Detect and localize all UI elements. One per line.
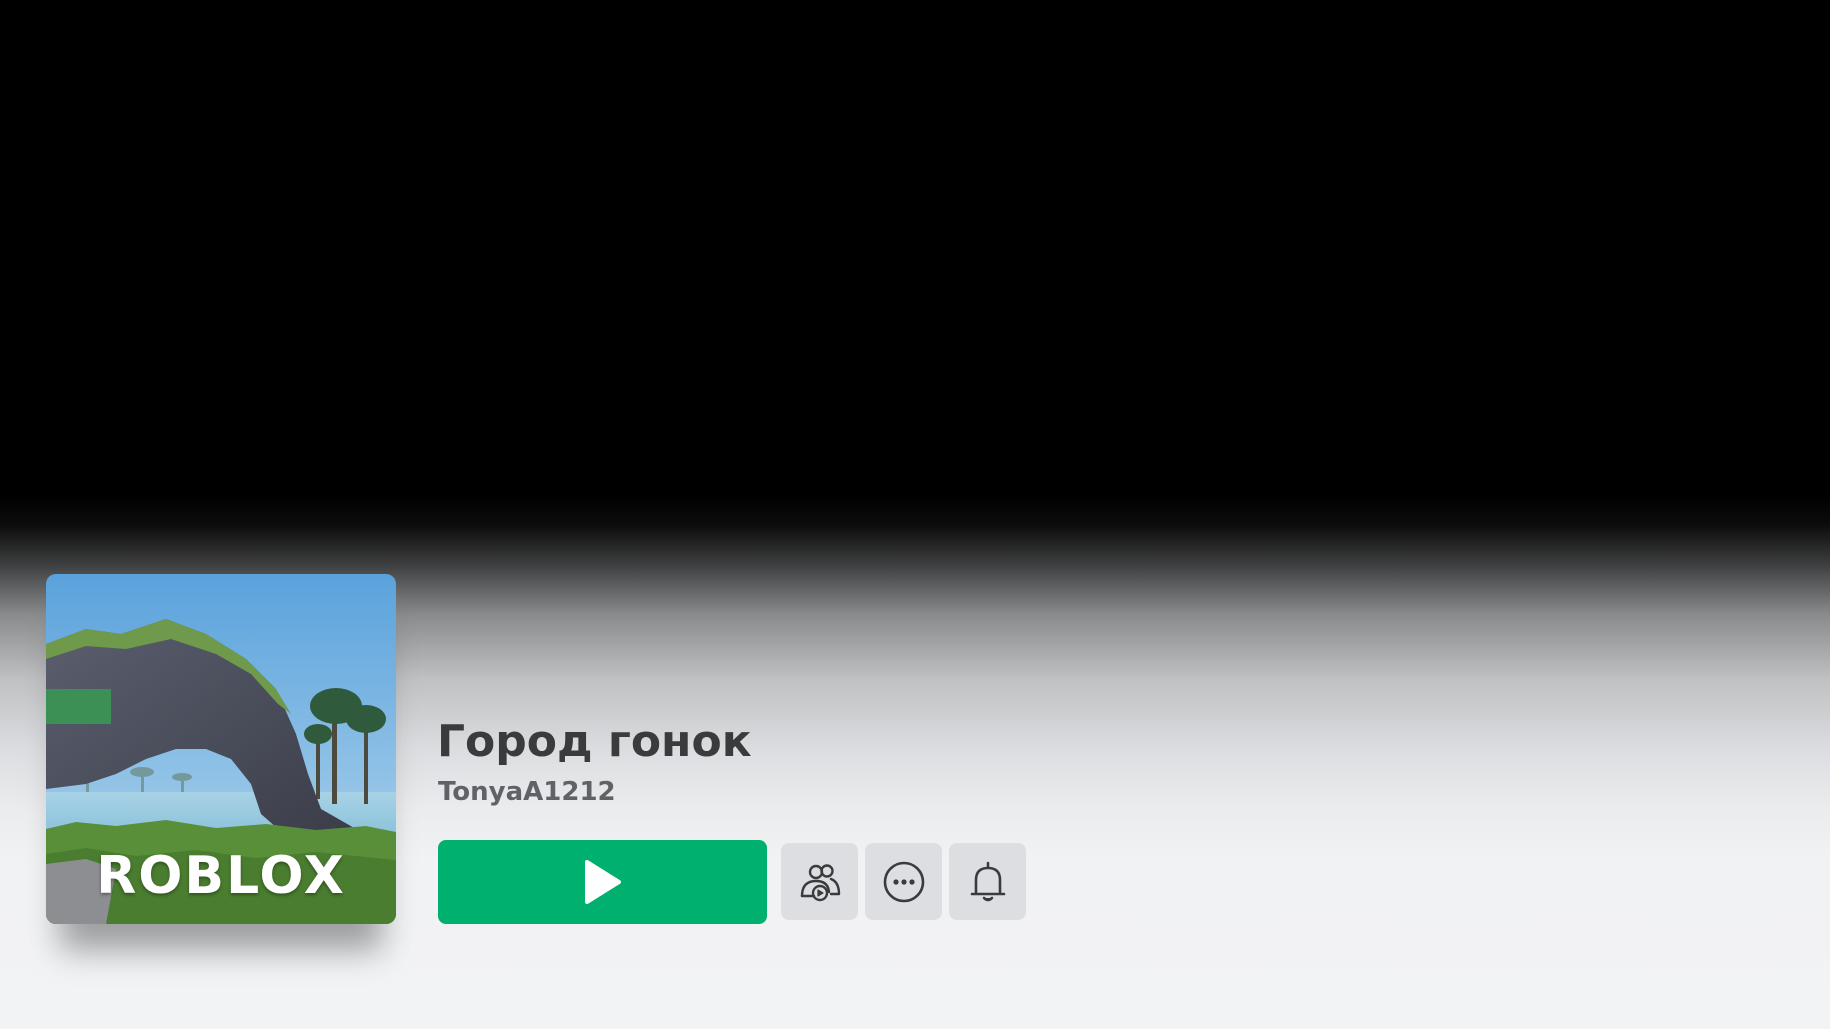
creator-name[interactable]: TonyaA1212 <box>438 777 616 807</box>
notification-button[interactable] <box>949 843 1026 920</box>
roblox-logo: ROBLOX <box>96 846 346 906</box>
party-button[interactable] <box>781 843 858 920</box>
game-title: Город гонок <box>437 716 752 767</box>
party-icon <box>800 863 840 901</box>
game-thumbnail[interactable]: ROBLOX <box>46 574 396 924</box>
more-options-button[interactable] <box>865 843 942 920</box>
bell-icon <box>970 861 1005 901</box>
more-options-icon <box>883 861 924 902</box>
play-icon <box>584 860 621 904</box>
play-button[interactable] <box>438 840 767 924</box>
